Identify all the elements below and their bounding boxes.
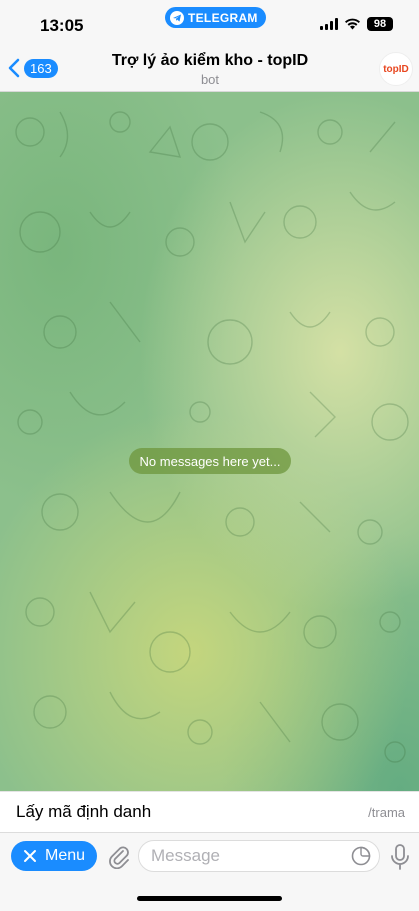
back-button[interactable]: 163 bbox=[8, 58, 58, 78]
wifi-icon bbox=[345, 18, 360, 30]
signal-icon bbox=[320, 18, 338, 30]
top-bar: 13:05 TELEGRAM 98 163 Trợ lý ảo kiểm kho… bbox=[0, 0, 419, 92]
chat-subtitle: bot bbox=[200, 72, 220, 87]
bot-menu-button[interactable]: Menu bbox=[11, 841, 97, 871]
chat-title[interactable]: Trợ lý ảo kiểm kho - topID bbox=[80, 52, 340, 70]
chat-area[interactable]: No messages here yet... bbox=[0, 92, 419, 791]
unread-count-badge: 163 bbox=[24, 58, 58, 78]
microphone-icon[interactable] bbox=[389, 843, 411, 871]
message-field[interactable] bbox=[138, 840, 380, 872]
sticker-icon[interactable] bbox=[351, 846, 371, 866]
close-icon bbox=[23, 850, 36, 862]
command-name: /trama bbox=[368, 804, 405, 820]
home-indicator bbox=[137, 896, 282, 901]
avatar-logo-text: topID bbox=[383, 63, 409, 75]
menu-label: Menu bbox=[44, 847, 86, 864]
status-time: 13:05 bbox=[40, 16, 84, 35]
command-description: Lấy mã định danh bbox=[16, 802, 152, 821]
battery-indicator: 98 bbox=[367, 17, 393, 31]
telegram-plane-icon bbox=[170, 10, 184, 25]
empty-chat-notice: No messages here yet... bbox=[129, 448, 291, 474]
bot-avatar[interactable]: topID bbox=[379, 52, 413, 86]
bot-command-suggestion[interactable]: Lấy mã định danh /trama bbox=[0, 791, 419, 832]
chevron-left-icon bbox=[8, 58, 20, 78]
telegram-pill[interactable]: TELEGRAM bbox=[165, 7, 266, 28]
attach-icon[interactable] bbox=[106, 843, 132, 869]
wallpaper-doodles bbox=[15, 111, 409, 763]
telegram-pill-label: TELEGRAM bbox=[188, 10, 258, 25]
message-input[interactable] bbox=[151, 841, 341, 871]
status-icons: 98 bbox=[320, 17, 393, 31]
